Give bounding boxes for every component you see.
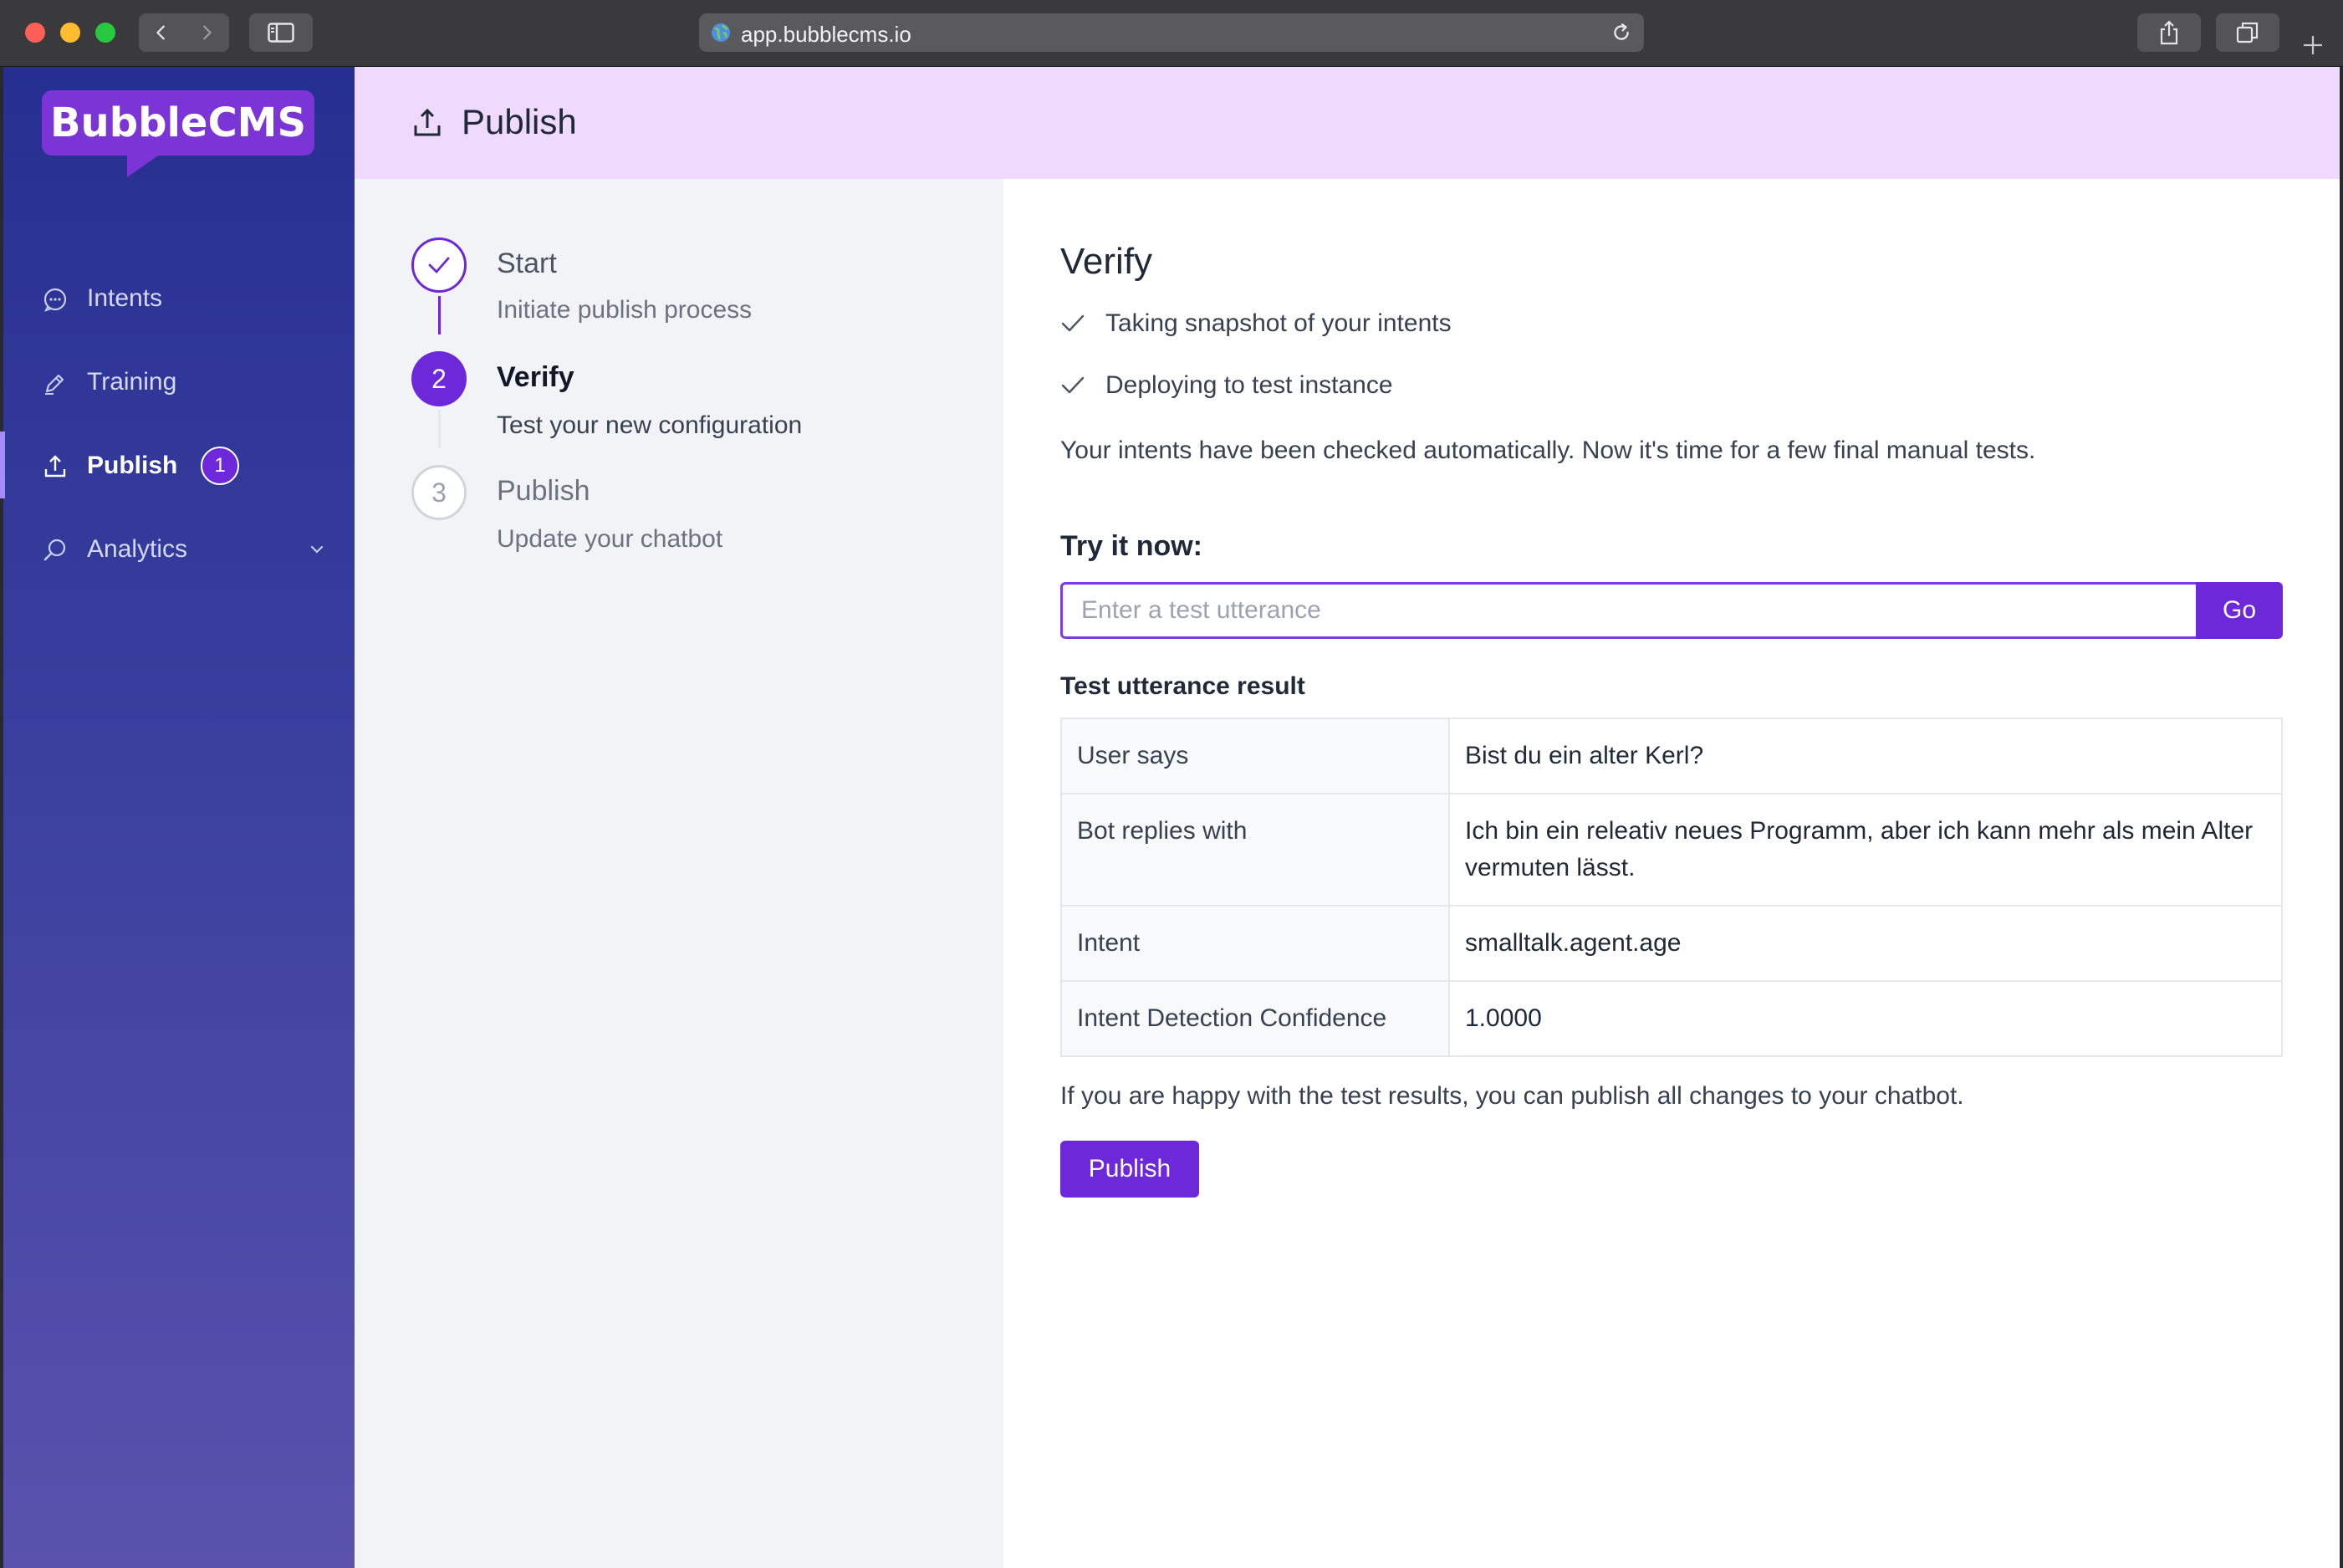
tab-overview-button[interactable] [2216, 13, 2279, 52]
check-item-label: Taking snapshot of your intents [1105, 309, 1452, 337]
back-button[interactable] [139, 13, 184, 52]
app-sidebar: BubbleCMS Intents Training Publish 1 Ana… [0, 67, 355, 1568]
browser-titlebar: app.bubblecms.io [0, 0, 2343, 67]
test-utterance-input[interactable] [1060, 582, 2196, 639]
share-button[interactable] [2137, 13, 2201, 52]
check-item: Taking snapshot of your intents [1060, 309, 1452, 338]
go-button[interactable]: Go [2196, 582, 2283, 639]
sidebar-toggle-button[interactable] [249, 13, 313, 52]
result-value: 1.0000 [1448, 980, 2283, 1057]
address-bar[interactable]: app.bubblecms.io [699, 13, 1644, 52]
verify-info-text: Your intents have been checked automatic… [1060, 437, 2036, 464]
step-number: 2 [431, 363, 447, 394]
step-subtitle: Update your chatbot [497, 525, 723, 553]
result-table: User says Bist du ein alter Kerl? Bot re… [1060, 718, 2283, 1057]
step-number: 3 [431, 477, 447, 508]
upload-icon [414, 108, 441, 136]
result-key: Intent [1060, 905, 1450, 982]
checkmark-icon [428, 257, 450, 273]
forward-button[interactable] [184, 13, 229, 52]
close-window-button[interactable] [25, 23, 45, 43]
history-nav [139, 13, 229, 52]
chevron-right-icon [203, 25, 212, 40]
upload-icon [44, 455, 66, 478]
sidebar-item-label: Training [87, 368, 177, 396]
notification-badge: 1 [201, 447, 239, 485]
result-title: Test utterance result [1060, 672, 1305, 700]
check-item: Deploying to test instance [1060, 371, 1393, 400]
step-subtitle: Test your new configuration [497, 411, 803, 439]
new-tab-button[interactable] [2296, 28, 2330, 62]
step-current-indicator: 2 [411, 351, 467, 406]
sidebar-item-label: Analytics [87, 535, 188, 563]
result-key: Intent Detection Confidence [1060, 980, 1450, 1057]
publish-button[interactable]: Publish [1060, 1141, 1199, 1198]
reload-icon[interactable] [1610, 22, 1632, 43]
chevron-left-icon [156, 25, 165, 40]
result-value: smalltalk.agent.age [1448, 905, 2283, 982]
url-text: app.bubblecms.io [741, 22, 911, 47]
pen-icon [45, 374, 64, 395]
chevron-down-icon[interactable] [308, 540, 326, 559]
publish-steps: Start Initiate publish process 2 Verify … [355, 179, 1003, 1568]
page-title: Publish [462, 102, 577, 141]
page-header: Publish [355, 67, 2340, 179]
search-icon [43, 539, 66, 561]
table-row: Intent smalltalk.agent.age [1060, 905, 2283, 982]
step-upcoming-indicator: 3 [411, 465, 467, 520]
publish-hint-text: If you are happy with the test results, … [1060, 1082, 1964, 1110]
step-title: Verify [497, 361, 574, 393]
sidebar-item-publish[interactable]: Publish 1 [0, 432, 355, 498]
result-value: Ich bin ein releativ neues Programm, abe… [1448, 793, 2283, 907]
sidebar-item-training[interactable]: Training [3, 348, 355, 415]
checkmark-icon [1061, 376, 1085, 394]
window-edge [2340, 67, 2343, 1568]
sidebar-item-label: Intents [87, 284, 163, 312]
plus-icon [2304, 36, 2322, 54]
sidebar-item-intents[interactable]: Intents [3, 264, 355, 331]
result-value: Bist du ein alter Kerl? [1448, 718, 2283, 794]
sidebar-item-analytics[interactable]: Analytics [3, 515, 355, 582]
step-connector [438, 296, 441, 335]
bubblecms-logo[interactable]: BubbleCMS [42, 90, 314, 177]
table-row: Intent Detection Confidence 1.0000 [1060, 980, 2283, 1057]
tabs-icon [2236, 22, 2259, 43]
chat-bubble-icon [43, 288, 67, 312]
section-title: Verify [1060, 241, 1153, 282]
share-icon [2160, 20, 2178, 45]
result-key: Bot replies with [1060, 793, 1450, 907]
try-it-label: Try it now: [1060, 530, 1202, 562]
sidebar-item-label: Publish [87, 452, 178, 479]
globe-icon [712, 23, 730, 42]
step-title: Publish [497, 475, 590, 507]
table-row: Bot replies with Ich bin ein releativ ne… [1060, 793, 2283, 907]
sidebar-icon [268, 23, 294, 43]
checkmark-icon [1061, 314, 1085, 332]
result-key: User says [1060, 718, 1450, 794]
minimize-window-button[interactable] [60, 23, 80, 43]
verify-panel: Verify Taking snapshot of your intents D… [1003, 179, 2340, 1568]
check-item-label: Deploying to test instance [1105, 371, 1393, 399]
step-done-indicator [411, 237, 467, 293]
logo-text: BubbleCMS [49, 100, 307, 146]
table-row: User says Bist du ein alter Kerl? [1060, 718, 2283, 794]
fullscreen-window-button[interactable] [95, 23, 115, 43]
step-subtitle: Initiate publish process [497, 296, 753, 324]
step-title: Start [497, 248, 557, 279]
step-connector [438, 410, 441, 448]
